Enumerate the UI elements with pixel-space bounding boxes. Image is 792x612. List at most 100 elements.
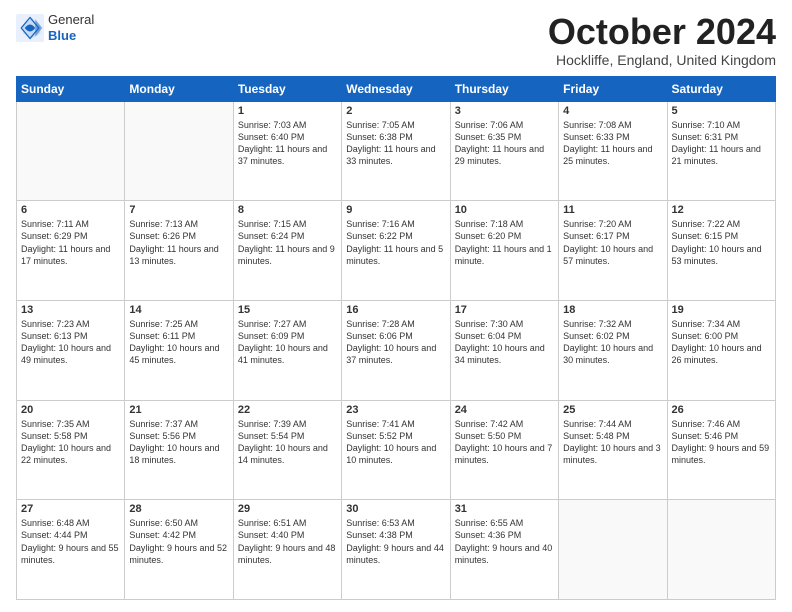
day-info: Sunrise: 7:27 AM Sunset: 6:09 PM Dayligh…	[238, 318, 337, 367]
day-info: Sunrise: 7:06 AM Sunset: 6:35 PM Dayligh…	[455, 119, 554, 168]
calendar-cell: 8Sunrise: 7:15 AM Sunset: 6:24 PM Daylig…	[233, 201, 341, 301]
day-number: 24	[455, 404, 554, 416]
logo-general: General	[48, 12, 94, 28]
day-number: 10	[455, 204, 554, 216]
logo: General Blue	[16, 12, 94, 43]
col-tuesday: Tuesday	[233, 76, 341, 101]
day-info: Sunrise: 7:03 AM Sunset: 6:40 PM Dayligh…	[238, 119, 337, 168]
day-info: Sunrise: 7:46 AM Sunset: 5:46 PM Dayligh…	[672, 418, 771, 467]
day-info: Sunrise: 7:22 AM Sunset: 6:15 PM Dayligh…	[672, 218, 771, 267]
day-info: Sunrise: 6:53 AM Sunset: 4:38 PM Dayligh…	[346, 517, 445, 566]
col-monday: Monday	[125, 76, 233, 101]
day-info: Sunrise: 7:05 AM Sunset: 6:38 PM Dayligh…	[346, 119, 445, 168]
calendar-cell: 21Sunrise: 7:37 AM Sunset: 5:56 PM Dayli…	[125, 400, 233, 500]
day-number: 13	[21, 304, 120, 316]
title-block: October 2024 Hockliffe, England, United …	[548, 12, 776, 68]
day-number: 3	[455, 105, 554, 117]
day-info: Sunrise: 7:35 AM Sunset: 5:58 PM Dayligh…	[21, 418, 120, 467]
day-info: Sunrise: 7:23 AM Sunset: 6:13 PM Dayligh…	[21, 318, 120, 367]
day-number: 17	[455, 304, 554, 316]
header: General Blue October 2024 Hockliffe, Eng…	[16, 12, 776, 68]
calendar-week-2: 6 Sunrise: 7:11 AM Sunset: 6:29 PM Daylig…	[17, 201, 776, 301]
col-wednesday: Wednesday	[342, 76, 450, 101]
col-saturday: Saturday	[667, 76, 775, 101]
day-number: 23	[346, 404, 445, 416]
day-number: 30	[346, 503, 445, 515]
calendar-cell: 1 Sunrise: 7:03 AM Sunset: 6:40 PM Daylig…	[233, 101, 341, 201]
day-info: Sunrise: 7:15 AM Sunset: 6:24 PM Dayligh…	[238, 218, 337, 267]
calendar-cell: 25 Sunrise: 7:44 AM Sunset: 5:48 PM Dayli…	[559, 400, 667, 500]
generalblue-logo-icon	[16, 14, 44, 42]
calendar-cell: 22Sunrise: 7:39 AM Sunset: 5:54 PM Dayli…	[233, 400, 341, 500]
day-info: Sunrise: 7:08 AM Sunset: 6:33 PM Dayligh…	[563, 119, 662, 168]
calendar-cell: 31 Sunrise: 6:55 AM Sunset: 4:36 PM Dayli…	[450, 500, 558, 600]
day-info: Sunrise: 7:25 AM Sunset: 6:11 PM Dayligh…	[129, 318, 228, 367]
calendar-cell: 18 Sunrise: 7:32 AM Sunset: 6:02 PM Dayli…	[559, 300, 667, 400]
day-number: 28	[129, 503, 228, 515]
calendar-cell: 2Sunrise: 7:05 AM Sunset: 6:38 PM Daylig…	[342, 101, 450, 201]
calendar-cell	[17, 101, 125, 201]
col-sunday: Sunday	[17, 76, 125, 101]
page: General Blue October 2024 Hockliffe, Eng…	[0, 0, 792, 612]
day-number: 25	[563, 404, 662, 416]
day-number: 1	[238, 105, 337, 117]
calendar-cell: 23 Sunrise: 7:41 AM Sunset: 5:52 PM Dayli…	[342, 400, 450, 500]
day-info: Sunrise: 7:42 AM Sunset: 5:50 PM Dayligh…	[455, 418, 554, 467]
day-info: Sunrise: 6:50 AM Sunset: 4:42 PM Dayligh…	[129, 517, 228, 566]
calendar-week-4: 20 Sunrise: 7:35 AM Sunset: 5:58 PM Dayli…	[17, 400, 776, 500]
day-number: 31	[455, 503, 554, 515]
day-number: 16	[346, 304, 445, 316]
day-number: 6	[21, 204, 120, 216]
calendar-week-5: 27 Sunrise: 6:48 AM Sunset: 4:44 PM Dayli…	[17, 500, 776, 600]
calendar-cell	[559, 500, 667, 600]
day-info: Sunrise: 7:30 AM Sunset: 6:04 PM Dayligh…	[455, 318, 554, 367]
day-info: Sunrise: 6:48 AM Sunset: 4:44 PM Dayligh…	[21, 517, 120, 566]
calendar-header-row: Sunday Monday Tuesday Wednesday Thursday…	[17, 76, 776, 101]
day-number: 27	[21, 503, 120, 515]
day-number: 12	[672, 204, 771, 216]
day-info: Sunrise: 7:16 AM Sunset: 6:22 PM Dayligh…	[346, 218, 445, 267]
day-info: Sunrise: 7:32 AM Sunset: 6:02 PM Dayligh…	[563, 318, 662, 367]
calendar-cell: 13 Sunrise: 7:23 AM Sunset: 6:13 PM Dayli…	[17, 300, 125, 400]
day-number: 7	[129, 204, 228, 216]
calendar-week-3: 13 Sunrise: 7:23 AM Sunset: 6:13 PM Dayli…	[17, 300, 776, 400]
day-info: Sunrise: 7:13 AM Sunset: 6:26 PM Dayligh…	[129, 218, 228, 267]
calendar-table: Sunday Monday Tuesday Wednesday Thursday…	[16, 76, 776, 600]
calendar-cell: 20 Sunrise: 7:35 AM Sunset: 5:58 PM Dayli…	[17, 400, 125, 500]
day-info: Sunrise: 7:11 AM Sunset: 6:29 PM Dayligh…	[21, 218, 120, 267]
calendar-cell: 19Sunrise: 7:34 AM Sunset: 6:00 PM Dayli…	[667, 300, 775, 400]
col-thursday: Thursday	[450, 76, 558, 101]
calendar-cell: 10 Sunrise: 7:18 AM Sunset: 6:20 PM Dayli…	[450, 201, 558, 301]
col-friday: Friday	[559, 76, 667, 101]
day-info: Sunrise: 6:51 AM Sunset: 4:40 PM Dayligh…	[238, 517, 337, 566]
calendar-cell: 27 Sunrise: 6:48 AM Sunset: 4:44 PM Dayli…	[17, 500, 125, 600]
day-info: Sunrise: 7:20 AM Sunset: 6:17 PM Dayligh…	[563, 218, 662, 267]
calendar-cell: 6 Sunrise: 7:11 AM Sunset: 6:29 PM Daylig…	[17, 201, 125, 301]
calendar-cell: 4Sunrise: 7:08 AM Sunset: 6:33 PM Daylig…	[559, 101, 667, 201]
day-number: 5	[672, 105, 771, 117]
calendar-week-1: 1 Sunrise: 7:03 AM Sunset: 6:40 PM Daylig…	[17, 101, 776, 201]
day-info: Sunrise: 7:18 AM Sunset: 6:20 PM Dayligh…	[455, 218, 554, 267]
day-number: 14	[129, 304, 228, 316]
calendar-cell	[667, 500, 775, 600]
calendar-cell: 3 Sunrise: 7:06 AM Sunset: 6:35 PM Daylig…	[450, 101, 558, 201]
day-info: Sunrise: 7:28 AM Sunset: 6:06 PM Dayligh…	[346, 318, 445, 367]
day-info: Sunrise: 6:55 AM Sunset: 4:36 PM Dayligh…	[455, 517, 554, 566]
calendar-cell: 24 Sunrise: 7:42 AM Sunset: 5:50 PM Dayli…	[450, 400, 558, 500]
day-info: Sunrise: 7:44 AM Sunset: 5:48 PM Dayligh…	[563, 418, 662, 467]
day-number: 18	[563, 304, 662, 316]
calendar-cell	[125, 101, 233, 201]
calendar-cell: 5 Sunrise: 7:10 AM Sunset: 6:31 PM Daylig…	[667, 101, 775, 201]
calendar-cell: 17 Sunrise: 7:30 AM Sunset: 6:04 PM Dayli…	[450, 300, 558, 400]
day-info: Sunrise: 7:41 AM Sunset: 5:52 PM Dayligh…	[346, 418, 445, 467]
day-number: 9	[346, 204, 445, 216]
day-number: 22	[238, 404, 337, 416]
day-number: 21	[129, 404, 228, 416]
day-info: Sunrise: 7:10 AM Sunset: 6:31 PM Dayligh…	[672, 119, 771, 168]
calendar-cell: 12 Sunrise: 7:22 AM Sunset: 6:15 PM Dayli…	[667, 201, 775, 301]
day-number: 11	[563, 204, 662, 216]
calendar-cell: 14 Sunrise: 7:25 AM Sunset: 6:11 PM Dayli…	[125, 300, 233, 400]
calendar-cell: 28 Sunrise: 6:50 AM Sunset: 4:42 PM Dayli…	[125, 500, 233, 600]
day-number: 20	[21, 404, 120, 416]
logo-text: General Blue	[48, 12, 94, 43]
